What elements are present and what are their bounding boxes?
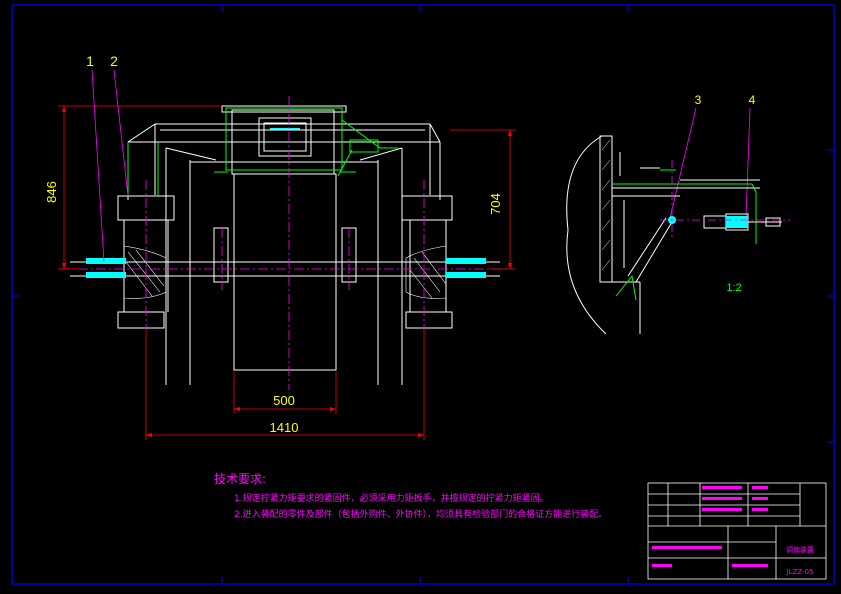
callout-3: 3 [695,93,702,107]
dim-height-total: 846 [44,181,59,203]
notes-line-2: 2.进入装配的零件及部件（包括外购件、外协件），均须具有检验部门的合格证方能进行… [234,510,608,520]
dim-height-right: 704 [488,193,503,215]
detail-view [566,135,782,335]
callout-2: 2 [110,53,118,69]
belt-chute [233,173,337,371]
notes-line-1: 1.规定拧紧力矩要求的紧固件，必须采用力矩扳手，并按规定的拧紧力矩紧固。 [234,494,549,504]
notes-title: 技术要求: [214,472,267,486]
centerlines [60,96,510,390]
title-block-name: 调偏装置 [786,545,814,554]
callout-4: 4 [749,93,756,107]
roller-hatch [123,245,447,299]
title-block-cells [652,486,768,567]
detail-fills [668,216,748,228]
detail-scale: 1:2 [726,282,741,294]
dim-width-inner: 500 [273,393,295,408]
dim-width-total: 1410 [270,420,299,435]
technical-requirements: 技术要求: 1.规定拧紧力矩要求的紧固件，必须采用力矩扳手，并按规定的拧紧力矩紧… [214,470,607,523]
detail-hatch [601,139,611,271]
detail-hidden [612,169,757,301]
callout-leaders [91,69,751,263]
title-block-drawing-no: JLZZ-05 [786,568,814,576]
hidden-lines [127,107,398,196]
callout-1: 1 [86,53,94,69]
main-view [70,105,500,385]
